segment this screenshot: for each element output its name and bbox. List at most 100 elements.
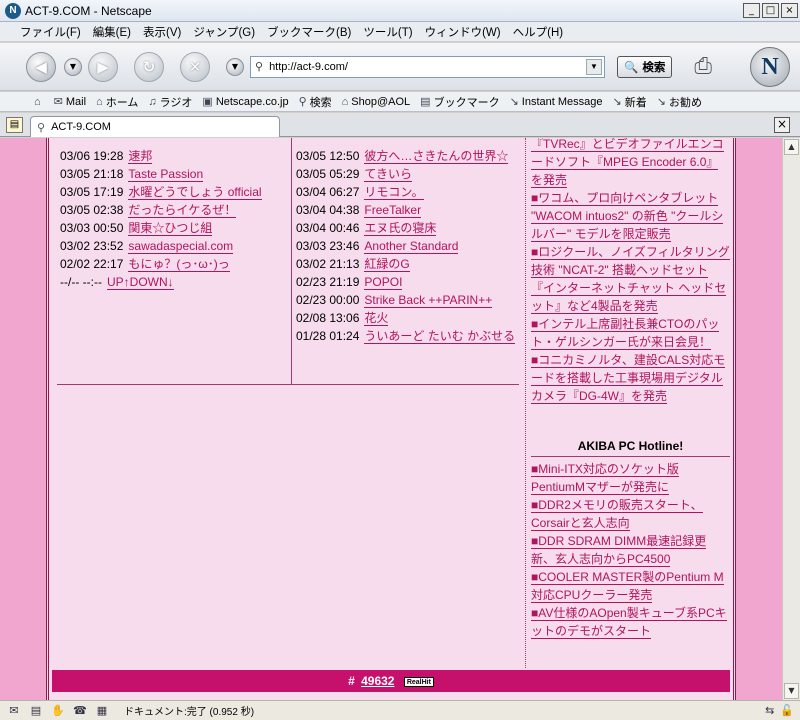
news-link[interactable]: ■ワコム、プロ向けペンタブレット "WACOM intuos2" の新色 "クー…	[531, 191, 724, 242]
news-item: 『TVRec』とビデオファイルエンコードソフト『MPEG Encoder 6.0…	[531, 138, 730, 189]
site-link[interactable]: 彼方へ…さきたんの世界☆	[364, 149, 509, 164]
vertical-scrollbar[interactable]: ▲ ▼	[782, 138, 800, 700]
bookmark-home-menu[interactable]: ⌂	[34, 96, 44, 108]
address-book-icon[interactable]: ☎	[72, 704, 88, 718]
list-item: 03/05 21:18 Taste Passion	[60, 167, 204, 182]
menu-help[interactable]: ヘルプ(H)	[513, 24, 563, 40]
security-lock-icon[interactable]: 🔓	[780, 704, 794, 717]
counter-footer: # 49632 RealHit	[52, 670, 730, 692]
maximize-button[interactable]: □	[762, 3, 779, 18]
scroll-up-arrow[interactable]: ▲	[784, 139, 799, 155]
aim-icon[interactable]: ✋	[50, 704, 66, 718]
up-down-link[interactable]: UP↑DOWN↓	[106, 275, 174, 290]
arrow-right-icon: ▶	[97, 57, 109, 76]
news-link[interactable]: ■DDR2メモリの販売スタート、Corsairと玄人志向	[531, 498, 703, 531]
forward-button[interactable]: ▶	[88, 51, 118, 82]
list-item: 03/05 12:50 彼方へ…さきたんの世界☆	[296, 149, 509, 164]
url-input[interactable]: http://act-9.com/	[269, 61, 586, 73]
back-history-dropdown[interactable]: ▼	[64, 57, 82, 76]
site-link[interactable]: ういあーど たいむ かぶせる	[364, 329, 516, 344]
stop-button[interactable]: ✕	[180, 51, 210, 82]
bookmark-folder[interactable]: ▤ ブックマーク	[420, 94, 499, 110]
news-item: ■ワコム、プロ向けペンタブレット "WACOM intuos2" の新色 "クー…	[531, 189, 730, 243]
site-link[interactable]: Taste Passion	[128, 167, 204, 182]
news-item: ■DDR SDRAM DIMM最速記録更新、玄人志向からPC4500	[531, 532, 730, 568]
bookmark-home[interactable]: ⌂ ホーム	[96, 94, 138, 110]
news-link[interactable]: ■コニカミノルタ、建設CALS対応モードを搭載した工事現場用デジタルカメラ『DG…	[531, 353, 726, 404]
window-title: ACT-9.COM - Netscape	[25, 3, 152, 18]
news-link[interactable]: ■Mini-ITX対応のソケット版PentiumMマザーが発売に	[531, 462, 679, 495]
composer-icon[interactable]: ▤	[28, 704, 44, 718]
site-link[interactable]: リモコン。	[364, 185, 424, 200]
news-link[interactable]: ■インテル上席副社長兼CTOのパット・ゲルシンガー氏が来日会見！	[531, 317, 720, 350]
list-item: 03/05 17:19 水曜どうでしょう official	[60, 185, 262, 200]
site-link[interactable]: sawadaspecial.com	[128, 239, 234, 254]
search-button[interactable]: 🔍 検索	[617, 55, 673, 78]
home-menu-icon: ⌂	[34, 95, 41, 108]
search-button-label: 検索	[642, 61, 666, 74]
back-button[interactable]: ◀	[26, 51, 56, 82]
minimize-button[interactable]: _	[743, 3, 760, 18]
url-bar[interactable]: ⚲ http://act-9.com/ ▼	[250, 55, 605, 78]
list-item: 03/05 05:29 てきいら	[296, 167, 413, 182]
news-link[interactable]: ■AV仕様のAOpen製キューブ系PCキットのデモがスタート	[531, 606, 727, 639]
site-link[interactable]: 紅緑のG	[364, 257, 410, 272]
bookmark-mail[interactable]: ✉ Mail	[53, 95, 86, 109]
realhit-badge[interactable]: RealHit	[403, 676, 434, 687]
news-link[interactable]: 『TVRec』とビデオファイルエンコードソフト『MPEG Encoder 6.0…	[531, 138, 724, 188]
url-dropdown-button[interactable]: ▼	[586, 58, 602, 75]
site-link[interactable]: 関東☆ひつじ組	[128, 221, 213, 236]
site-link[interactable]: 水曜どうでしょう official	[128, 185, 262, 200]
url-history-dropdown[interactable]: ▼	[226, 57, 244, 76]
site-link[interactable]: だったらイケるぜ！	[128, 203, 237, 218]
bookmark-netscape[interactable]: ▣ Netscape.co.jp	[202, 95, 288, 109]
mail-icon[interactable]: ✉	[6, 704, 22, 718]
tab-act9[interactable]: ⚲ ACT-9.COM	[30, 116, 280, 137]
news-link[interactable]: ■COOLER MASTER製のPentium M対応CPUクーラー発売	[531, 570, 724, 603]
bookmark-radio[interactable]: ♫ ラジオ	[148, 94, 192, 110]
menu-bookmarks[interactable]: ブックマーク(B)	[267, 24, 351, 40]
news-link[interactable]: ■ロジクール、ノイズフィルタリング技術 "NCAT-2" 搭載ヘッドセット『イン…	[531, 245, 730, 314]
news-item: ■Mini-ITX対応のソケット版PentiumMマザーが発売に	[531, 460, 730, 496]
mail-icon: ✉	[53, 96, 63, 108]
site-link[interactable]: Another Standard	[364, 239, 459, 254]
print-icon[interactable]: ⎙	[694, 54, 712, 79]
menu-window[interactable]: ウィンドウ(W)	[425, 24, 501, 40]
site-link[interactable]: 花火	[364, 311, 389, 326]
news-link[interactable]: ■DDR SDRAM DIMM最速記録更新、玄人志向からPC4500	[531, 534, 707, 567]
menu-view[interactable]: 表示(V)	[143, 24, 181, 40]
bookmark-instant-message[interactable]: ↘ Instant Message	[510, 95, 603, 109]
list-item: 03/04 00:46 エヌ氏の寝床	[296, 221, 437, 236]
bookmark-icon: ↘	[612, 96, 622, 108]
close-window-button[interactable]: ×	[781, 3, 798, 18]
scroll-down-arrow[interactable]: ▼	[784, 683, 799, 699]
site-link[interactable]: Strike Back ++PARIN++	[364, 293, 493, 308]
site-link[interactable]: POPOI	[364, 275, 403, 290]
site-link[interactable]: FreeTalker	[364, 203, 422, 218]
bookmark-label: Shop@AOL	[351, 95, 411, 108]
news-item: ■インテル上席副社長兼CTOのパット・ゲルシンガー氏が来日会見！	[531, 315, 730, 351]
update-list-right: 00/00 00:00 03/05 12:50彼方へ…さきたんの世界☆ 03/0…	[291, 138, 518, 384]
reload-button[interactable]: ↻	[134, 51, 164, 82]
site-link[interactable]: 速邦	[128, 149, 153, 164]
bookmark-recommend[interactable]: ↘ お勧め	[657, 94, 702, 110]
site-link[interactable]: エヌ氏の寝床	[364, 221, 437, 236]
list-item: 03/02 23:52 sawadaspecial.com	[60, 239, 234, 254]
menu-go[interactable]: ジャンプ(G)	[193, 24, 255, 40]
history-icon[interactable]: ▦	[94, 704, 110, 718]
menu-edit[interactable]: 編集(E)	[93, 24, 131, 40]
new-tab-icon[interactable]: ▤	[6, 117, 23, 133]
menu-file[interactable]: ファイル(F)	[20, 24, 81, 40]
site-link[interactable]: てきいら	[364, 167, 413, 182]
bookmark-search[interactable]: ⚲ 検索	[299, 94, 332, 110]
tab-title: ACT-9.COM	[51, 121, 111, 133]
news-column: 『TVRec』とビデオファイルエンコードソフト『MPEG Encoder 6.0…	[525, 138, 730, 668]
folder-icon: ▤	[420, 96, 431, 108]
close-tab-button[interactable]: ×	[774, 117, 790, 133]
netscape-logo[interactable]: N	[750, 47, 790, 87]
bookmark-shop[interactable]: ⌂ Shop@AOL	[342, 96, 411, 108]
bookmark-new[interactable]: ↘ 新着	[613, 94, 647, 110]
site-link[interactable]: もにゅ？(っ･ω･)っ	[128, 257, 230, 272]
menu-tools[interactable]: ツール(T)	[363, 24, 412, 40]
page-viewport: 00/00 00:00 03/06 19:28速邦 03/05 21:18Tas…	[0, 138, 782, 700]
